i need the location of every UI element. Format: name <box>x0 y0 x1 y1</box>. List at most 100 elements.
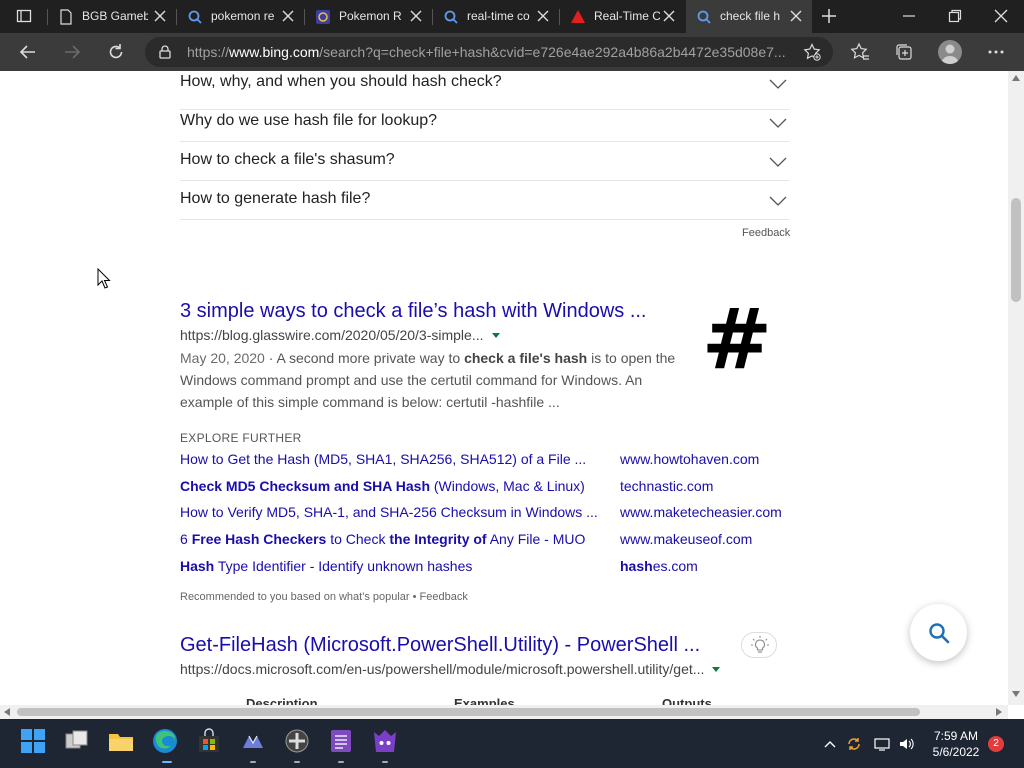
notes-app-icon[interactable] <box>328 728 354 754</box>
close-icon[interactable] <box>663 10 675 22</box>
explore-site-link[interactable]: hashes.com <box>620 558 698 574</box>
table-header[interactable]: Description <box>246 696 318 705</box>
scrollbar-thumb[interactable] <box>17 708 920 716</box>
running-app-indicator <box>250 761 256 763</box>
faq-item[interactable]: How to generate hash file? <box>180 181 789 220</box>
lightbulb-icon <box>751 636 769 653</box>
result-thumbnail[interactable]: # <box>697 297 777 381</box>
lock-icon[interactable] <box>158 45 172 59</box>
insights-button[interactable] <box>741 632 777 658</box>
scroll-right-icon[interactable] <box>996 708 1002 716</box>
task-view-icon[interactable] <box>64 728 90 754</box>
chevron-down-icon[interactable] <box>769 78 787 90</box>
scroll-down-icon[interactable] <box>1012 691 1020 697</box>
tab-bar: BGB Gameb pokemon re Pokemon R real-time… <box>0 0 1024 33</box>
explore-link[interactable]: 6 Free Hash Checkers to Check the Integr… <box>180 531 585 547</box>
scroll-left-icon[interactable] <box>4 708 10 716</box>
close-icon[interactable] <box>410 10 422 22</box>
faq-item[interactable]: Why do we use hash file for lookup? <box>180 102 789 142</box>
close-icon[interactable] <box>790 10 802 22</box>
store-icon[interactable] <box>196 728 222 754</box>
volume-icon[interactable] <box>898 736 914 752</box>
explore-link[interactable]: How to Get the Hash (MD5, SHA1, SHA256, … <box>180 451 586 467</box>
faq-question: How to generate hash file? <box>180 190 371 207</box>
tab-title: Pokemon R <box>339 9 402 23</box>
caret-down-icon[interactable] <box>491 333 500 338</box>
minimize-icon[interactable] <box>901 8 917 24</box>
tab-pokemon-search[interactable]: pokemon re <box>177 0 304 33</box>
tab-title: real-time co <box>467 9 530 23</box>
collections-icon[interactable] <box>894 42 914 62</box>
system-clock[interactable]: 7:59 AM 5/6/2022 <box>930 728 982 760</box>
notification-badge[interactable]: 2 <box>988 736 1004 752</box>
running-app-indicator <box>338 761 344 763</box>
network-icon[interactable] <box>874 736 890 752</box>
game-app-icon[interactable] <box>372 728 398 754</box>
close-icon[interactable] <box>282 10 294 22</box>
running-app-indicator <box>294 761 300 763</box>
explore-site-link[interactable]: technastic.com <box>620 478 713 494</box>
app-icon-triangle[interactable] <box>240 728 266 754</box>
address-toolbar: https://www.bing.com/search?q=check+file… <box>0 33 1024 71</box>
tab-bgb-gameboy[interactable]: BGB Gameb <box>48 0 176 33</box>
refresh-icon[interactable] <box>106 42 126 62</box>
taskbar: 7:59 AM 5/6/2022 2 <box>0 719 1024 768</box>
chevron-down-icon[interactable] <box>769 195 787 207</box>
restore-icon[interactable] <box>947 8 963 24</box>
tab-title: check file h <box>720 9 781 23</box>
faq-feedback-link[interactable]: Feedback <box>742 227 790 239</box>
favorites-icon[interactable] <box>850 42 870 62</box>
tab-realtime-search[interactable]: real-time co <box>433 0 559 33</box>
scrollbar-thumb[interactable] <box>1011 198 1021 302</box>
tab-check-file-hash[interactable]: check file h <box>686 0 812 33</box>
horizontal-scrollbar[interactable] <box>0 705 1008 719</box>
result-title-link[interactable]: 3 simple ways to check a file’s hash wit… <box>180 300 646 323</box>
table-header[interactable]: Examples <box>454 696 515 705</box>
forward-icon[interactable] <box>62 42 82 62</box>
url-bar[interactable]: https://www.bing.com/search?q=check+file… <box>145 37 833 67</box>
tab-realtime-c[interactable]: Real-Time C <box>560 0 685 33</box>
explore-site-link[interactable]: www.makeuseof.com <box>620 531 752 547</box>
chevron-up-icon[interactable] <box>822 736 838 752</box>
search-results-page: How, why, and when you should hash check… <box>0 71 1008 705</box>
mouse-cursor-icon <box>97 268 111 289</box>
add-favorite-icon[interactable] <box>803 43 821 61</box>
edge-icon[interactable] <box>152 728 178 754</box>
chevron-down-icon[interactable] <box>769 156 787 168</box>
windows-start-icon[interactable] <box>20 728 46 754</box>
gamepad-icon[interactable] <box>284 728 310 754</box>
user-icon <box>941 44 959 64</box>
faq-question: How, why, and when you should hash check… <box>180 73 502 90</box>
close-icon[interactable] <box>154 10 166 22</box>
tab-pokemon-r[interactable]: Pokemon R <box>305 0 432 33</box>
sync-icon[interactable] <box>846 736 862 752</box>
back-icon[interactable] <box>18 42 38 62</box>
result-url[interactable]: https://blog.glasswire.com/2020/05/20/3-… <box>180 327 500 343</box>
tab-actions-icon[interactable] <box>16 8 32 24</box>
tab-title: pokemon re <box>211 9 275 23</box>
chevron-down-icon[interactable] <box>769 117 787 129</box>
close-icon[interactable] <box>537 10 549 22</box>
result-url[interactable]: https://docs.microsoft.com/en-us/powersh… <box>180 661 721 677</box>
search-fab-button[interactable] <box>910 604 967 661</box>
search-icon <box>929 623 950 644</box>
profile-avatar[interactable] <box>938 40 962 64</box>
table-header[interactable]: Outputs <box>662 696 712 705</box>
more-menu-icon[interactable] <box>986 42 1006 62</box>
explore-link[interactable]: Check MD5 Checksum and SHA Hash (Windows… <box>180 478 585 494</box>
explore-link[interactable]: Hash Type Identifier - Identify unknown … <box>180 558 472 574</box>
caret-down-icon[interactable] <box>712 667 721 672</box>
explore-link[interactable]: How to Verify MD5, SHA-1, and SHA-256 Ch… <box>180 504 598 520</box>
explore-site-link[interactable]: www.maketecheasier.com <box>620 504 782 520</box>
url-text[interactable]: https://www.bing.com/search?q=check+file… <box>187 44 787 60</box>
scroll-up-icon[interactable] <box>1012 75 1020 81</box>
doc-icon <box>60 9 72 25</box>
file-explorer-icon[interactable] <box>108 728 134 754</box>
close-window-icon[interactable] <box>993 8 1009 24</box>
result-title-link[interactable]: Get-FileHash (Microsoft.PowerShell.Utili… <box>180 634 700 657</box>
explore-site-link[interactable]: www.howtohaven.com <box>620 451 759 467</box>
new-tab-icon[interactable] <box>820 7 838 25</box>
faq-item[interactable]: How to check a file's shasum? <box>180 142 789 181</box>
bing-search-icon <box>444 10 458 24</box>
vertical-scrollbar[interactable] <box>1008 71 1024 705</box>
